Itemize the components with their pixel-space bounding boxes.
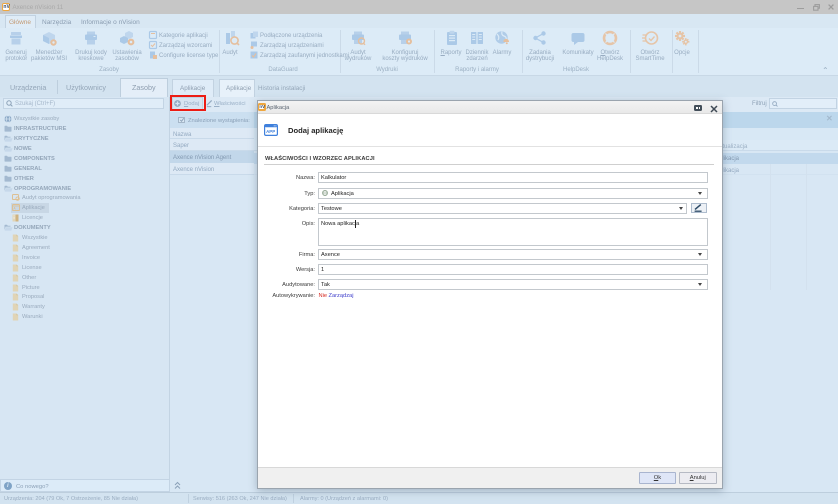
svg-text:APP: APP xyxy=(266,129,275,134)
